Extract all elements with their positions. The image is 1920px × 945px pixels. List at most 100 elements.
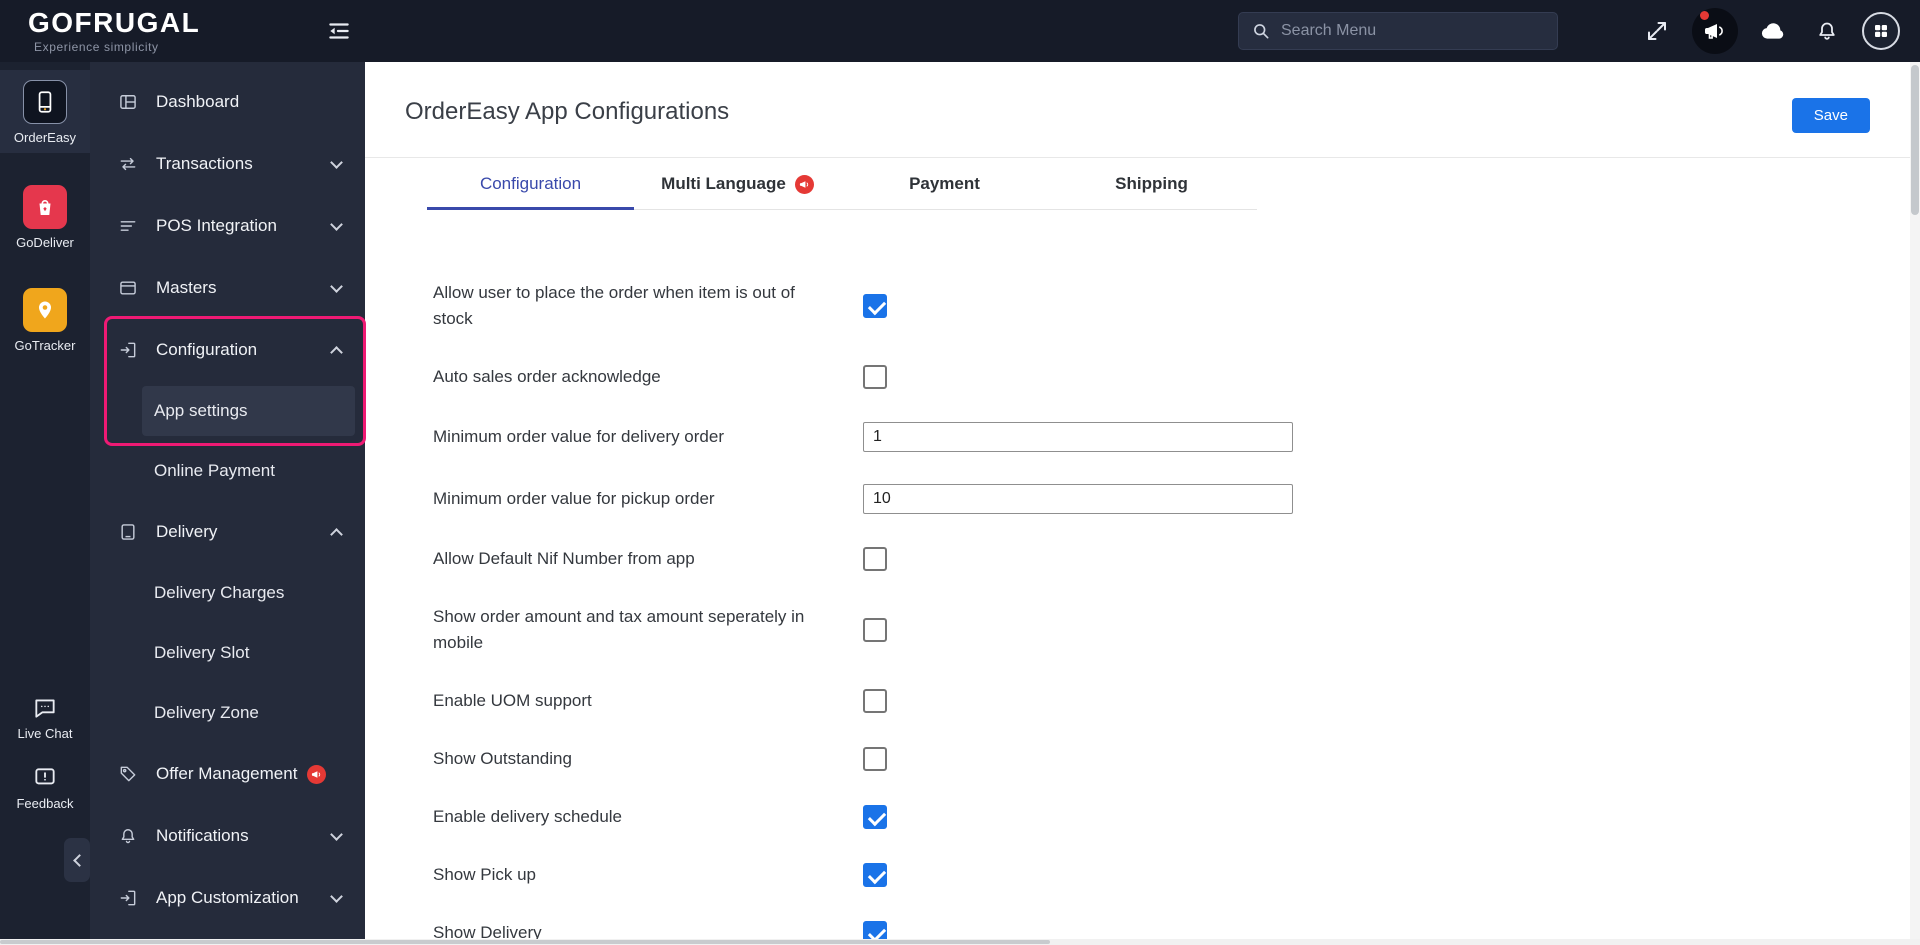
sidebar-item-offer-management[interactable]: Offer Management bbox=[90, 748, 365, 800]
rail-app-label: OrderEasy bbox=[13, 130, 77, 145]
vertical-scrollbar-thumb[interactable] bbox=[1911, 65, 1919, 215]
setting-checkbox[interactable] bbox=[863, 921, 887, 939]
sidebar-item-delivery-slot[interactable]: Delivery Slot bbox=[142, 628, 355, 678]
setting-checkbox[interactable] bbox=[863, 365, 887, 389]
chevron-left-icon bbox=[72, 853, 86, 867]
tab-label: Shipping bbox=[1115, 174, 1188, 193]
setting-row: Auto sales order acknowledge bbox=[433, 364, 1920, 390]
horizontal-scrollbar-thumb[interactable] bbox=[0, 940, 1050, 944]
page-title: OrderEasy App Configurations bbox=[405, 98, 730, 125]
setting-row: Minimum order value for pickup order bbox=[433, 484, 1920, 514]
feedback-button[interactable]: Feedback bbox=[16, 765, 74, 811]
sidebar-subitem-label: Delivery Zone bbox=[154, 703, 259, 722]
setting-row: Show Delivery bbox=[433, 920, 1920, 939]
setting-checkbox[interactable] bbox=[863, 805, 887, 829]
setting-row: Minimum order value for delivery order bbox=[433, 422, 1920, 452]
page-header: OrderEasy App Configurations Save bbox=[365, 62, 1920, 158]
tab-payment[interactable]: Payment bbox=[841, 158, 1048, 209]
brand: GOFRUGAL Experience simplicity bbox=[28, 7, 201, 54]
cloud-sync-button[interactable] bbox=[1754, 12, 1792, 50]
rail-utility-label: Feedback bbox=[16, 796, 74, 811]
setting-row: Show Outstanding bbox=[433, 746, 1920, 772]
sidebar-item-label: Dashboard bbox=[156, 92, 240, 111]
setting-checkbox[interactable] bbox=[863, 863, 887, 887]
sidebar-collapse-handle[interactable] bbox=[64, 838, 90, 882]
sidebar-item-app-customization[interactable]: App Customization bbox=[90, 872, 365, 924]
setting-label: Allow Default Nif Number from app bbox=[433, 549, 695, 568]
sidebar-item-label: App Customization bbox=[156, 888, 299, 907]
rail-app-ordereasy[interactable]: OrderEasy bbox=[0, 70, 90, 153]
search-input[interactable] bbox=[1281, 22, 1545, 40]
godeliver-app-icon bbox=[23, 185, 67, 229]
expand-button[interactable] bbox=[1638, 12, 1676, 50]
setting-row: Allow user to place the order when item … bbox=[433, 280, 1920, 332]
tab-shipping[interactable]: Shipping bbox=[1048, 158, 1255, 209]
sidebar-item-delivery[interactable]: Delivery bbox=[90, 506, 365, 558]
gotracker-app-icon bbox=[23, 288, 67, 332]
logo-tagline: Experience simplicity bbox=[34, 40, 159, 54]
setting-label: Minimum order value for pickup order bbox=[433, 489, 715, 508]
sidebar-item-delivery-zone[interactable]: Delivery Zone bbox=[142, 688, 355, 738]
sidebar-item-dashboard[interactable]: Dashboard bbox=[90, 76, 365, 128]
setting-label: Minimum order value for delivery order bbox=[433, 427, 724, 446]
sidebar-item-label: Transactions bbox=[156, 154, 253, 173]
app-rail: OrderEasy GoDeliver GoTracker Live Chat … bbox=[0, 62, 90, 939]
topbar: GOFRUGAL Experience simplicity bbox=[0, 0, 1920, 62]
vertical-scrollbar bbox=[1910, 62, 1920, 939]
logo-text: GOFRUGAL bbox=[28, 7, 201, 38]
setting-label: Enable delivery schedule bbox=[433, 807, 623, 826]
sidebar-item-transactions[interactable]: Transactions bbox=[90, 138, 365, 190]
setting-checkbox[interactable] bbox=[863, 689, 887, 713]
main-content: OrderEasy App Configurations Save Config… bbox=[365, 62, 1920, 939]
rail-app-gotracker[interactable]: GoTracker bbox=[0, 282, 90, 359]
sidebar-item-delivery-charges[interactable]: Delivery Charges bbox=[142, 568, 355, 618]
user-avatar[interactable] bbox=[1862, 12, 1900, 50]
menu-fold-icon bbox=[326, 18, 352, 44]
sidebar-toggle-button[interactable] bbox=[320, 12, 358, 50]
horizontal-scrollbar bbox=[0, 939, 1920, 945]
setting-checkbox[interactable] bbox=[863, 747, 887, 771]
live-chat-button[interactable]: Live Chat bbox=[17, 695, 73, 741]
bell-icon bbox=[1815, 19, 1839, 43]
min-pickup-order-value-input[interactable] bbox=[863, 484, 1293, 514]
setting-checkbox[interactable] bbox=[863, 547, 887, 571]
setting-checkbox[interactable] bbox=[863, 294, 887, 318]
announcement-alert-dot bbox=[1700, 11, 1709, 20]
rail-app-godeliver[interactable]: GoDeliver bbox=[0, 179, 90, 256]
tab-bar: Configuration Multi Language Payment Shi… bbox=[427, 158, 1257, 210]
sidebar-subitem-label: Delivery Charges bbox=[154, 583, 285, 602]
cloud-icon bbox=[1759, 17, 1787, 45]
feedback-icon bbox=[32, 765, 58, 791]
setting-checkbox[interactable] bbox=[863, 618, 887, 642]
tab-label: Multi Language bbox=[661, 174, 786, 193]
setting-row: Enable delivery schedule bbox=[433, 804, 1920, 830]
chevron-down-icon bbox=[330, 217, 343, 231]
tab-multi-language[interactable]: Multi Language bbox=[634, 158, 841, 209]
min-delivery-order-value-input[interactable] bbox=[863, 422, 1293, 452]
app-customization-icon bbox=[118, 888, 138, 908]
sidebar-item-online-payment[interactable]: Online Payment bbox=[142, 446, 355, 496]
rail-utility-label: Live Chat bbox=[17, 726, 73, 741]
ordereasy-app-icon bbox=[23, 80, 67, 124]
announcements-button[interactable] bbox=[1692, 8, 1738, 54]
dashboard-icon bbox=[118, 92, 138, 112]
sidebar-item-masters[interactable]: Masters bbox=[90, 262, 365, 314]
save-button[interactable]: Save bbox=[1791, 98, 1870, 133]
sidebar-item-label: Notifications bbox=[156, 826, 249, 845]
new-feature-badge bbox=[794, 174, 814, 194]
sidebar-item-pos-integration[interactable]: POS Integration bbox=[90, 200, 365, 252]
setting-row: Allow Default Nif Number from app bbox=[433, 546, 1920, 572]
sidebar-item-label: Offer Management bbox=[156, 764, 298, 783]
setting-label: Show Pick up bbox=[433, 865, 536, 884]
chevron-down-icon bbox=[330, 155, 343, 169]
sidebar-item-label: Delivery bbox=[156, 522, 218, 541]
topbar-actions bbox=[1638, 8, 1900, 54]
setting-label: Show Outstanding bbox=[433, 749, 572, 768]
sidebar-item-configuration[interactable]: Configuration bbox=[90, 324, 365, 376]
sidebar-item-app-settings[interactable]: App settings bbox=[142, 386, 355, 436]
offer-tag-icon bbox=[118, 764, 138, 784]
notifications-button[interactable] bbox=[1808, 12, 1846, 50]
sidebar-item-notifications[interactable]: Notifications bbox=[90, 810, 365, 862]
avatar-logo-icon bbox=[1872, 22, 1890, 40]
tab-configuration[interactable]: Configuration bbox=[427, 158, 634, 210]
